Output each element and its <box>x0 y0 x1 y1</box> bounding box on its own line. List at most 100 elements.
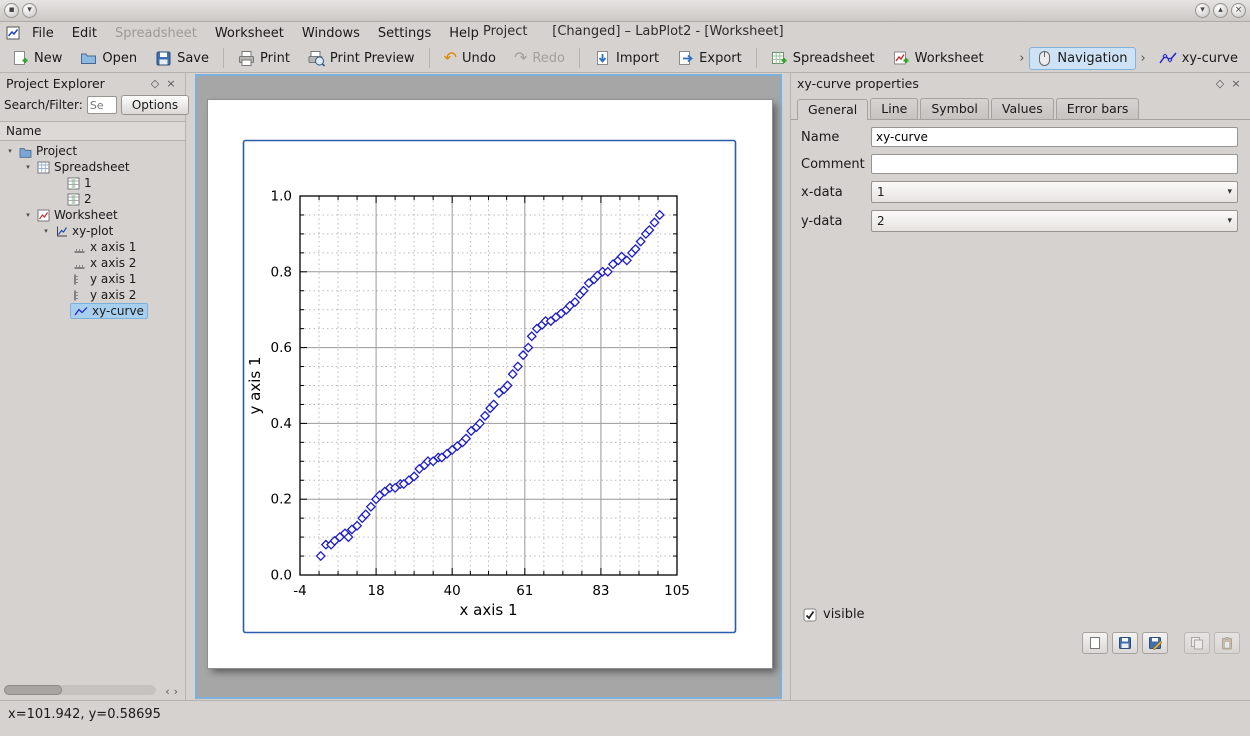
tree-row-column-1[interactable]: 1 <box>0 175 185 191</box>
chevron-down-icon[interactable]: ▾ <box>22 211 34 219</box>
tree-row-x-axis-2[interactable]: x axis 2 <box>0 255 185 271</box>
undo-button[interactable]: ↶ Undo <box>436 48 504 69</box>
toolbar-overflow-icon[interactable]: › <box>1138 51 1149 66</box>
copy-settings-button[interactable] <box>1184 632 1210 654</box>
menu-edit[interactable]: Edit <box>64 24 105 43</box>
chevron-down-icon[interactable]: ▾ <box>40 227 52 235</box>
svg-text:105: 105 <box>664 583 690 599</box>
toolbar-overflow-icon[interactable]: › <box>1016 51 1027 66</box>
chevron-down-icon: ▾ <box>1227 187 1232 197</box>
maximize-button[interactable]: ▴ <box>1213 3 1228 18</box>
properties-panel: xy-curve properties ◇ × General Line Sym… <box>790 73 1250 700</box>
tab-general[interactable]: General <box>797 99 868 120</box>
export-icon <box>677 50 694 67</box>
tree-row-y-axis-2[interactable]: y axis 2 <box>0 287 185 303</box>
open-button[interactable]: Open <box>72 47 145 70</box>
save-icon <box>1118 636 1132 650</box>
window-shade-button[interactable]: ▾ <box>22 3 37 18</box>
menu-worksheet[interactable]: Worksheet <box>207 24 292 43</box>
float-panel-icon[interactable]: ◇ <box>1212 77 1228 90</box>
y-data-row: y-data 2 ▾ <box>801 210 1238 232</box>
options-button[interactable]: Options <box>121 95 189 115</box>
print-preview-button[interactable]: Print Preview <box>300 47 423 70</box>
import-button[interactable]: Import <box>586 47 667 70</box>
column-icon <box>67 193 80 206</box>
app-icon <box>6 26 20 40</box>
spreadsheet-icon <box>37 161 50 174</box>
tree-item-label: xy-curve <box>92 304 144 318</box>
menu-settings[interactable]: Settings <box>370 24 439 43</box>
svg-text:0.6: 0.6 <box>271 340 292 356</box>
tree-row-y-axis-1[interactable]: y axis 1 <box>0 271 185 287</box>
menu-file[interactable]: File <box>24 24 62 43</box>
comment-row: Comment <box>801 154 1238 174</box>
worksheet-page[interactable]: -4184061831050.00.20.40.60.81.0x axis 1y… <box>208 100 772 668</box>
close-panel-icon[interactable]: × <box>1228 77 1244 90</box>
tree-row-column-2[interactable]: 2 <box>0 191 185 207</box>
tree-row-xy-curve[interactable]: xy-curve <box>0 303 185 319</box>
tab-values[interactable]: Values <box>991 98 1054 119</box>
load-template-button[interactable] <box>1082 632 1108 654</box>
save-button[interactable]: Save <box>147 47 217 70</box>
tree-row-project[interactable]: ▾ Project <box>0 143 185 159</box>
add-spreadsheet-button[interactable]: Spreadsheet <box>763 47 883 70</box>
tree-item-label: y axis 2 <box>90 288 136 302</box>
save-icon <box>155 50 172 67</box>
tab-symbol[interactable]: Symbol <box>920 98 989 119</box>
tree-item-label: x axis 2 <box>90 256 136 270</box>
window-menu-button[interactable]: ▪ <box>4 3 19 18</box>
toolbar-separator <box>429 48 430 68</box>
xy-plot-chart[interactable]: -4184061831050.00.20.40.60.81.0x axis 1y… <box>208 100 772 668</box>
add-worksheet-button[interactable]: Worksheet <box>885 47 992 70</box>
labplot-window: Project [Changed] – LabPlot2 - [Workshee… <box>0 0 1250 736</box>
comment-input[interactable] <box>871 154 1238 174</box>
scrollbar-thumb[interactable] <box>4 685 62 695</box>
chevron-down-icon[interactable]: ▾ <box>4 147 16 155</box>
worksheet-view[interactable]: -4184061831050.00.20.40.60.81.0x axis 1y… <box>195 74 782 699</box>
svg-text:61: 61 <box>516 583 533 599</box>
export-button[interactable]: Export <box>669 47 750 70</box>
save-default-button[interactable] <box>1142 632 1168 654</box>
title-bar[interactable]: Project [Changed] – LabPlot2 - [Workshee… <box>0 0 1250 22</box>
tree-item-label: Spreadsheet <box>54 160 130 174</box>
search-input[interactable] <box>87 96 117 114</box>
menu-help[interactable]: Help <box>441 24 487 43</box>
properties-title: xy-curve properties <box>797 76 919 91</box>
visible-label: visible <box>823 607 865 622</box>
scrollbar-arrows-icon[interactable]: ‹› <box>165 685 182 698</box>
horizontal-scrollbar[interactable] <box>4 685 156 695</box>
print-preview-icon <box>308 50 325 67</box>
tab-error-bars[interactable]: Error bars <box>1056 98 1140 119</box>
xy-curve-toolbar-button[interactable]: xy-curve <box>1151 48 1246 69</box>
x-data-select[interactable]: 1 ▾ <box>871 181 1238 203</box>
name-input[interactable] <box>871 127 1238 147</box>
menu-windows[interactable]: Windows <box>294 24 368 43</box>
y-data-select[interactable]: 2 ▾ <box>871 210 1238 232</box>
close-button[interactable]: × <box>1231 3 1246 18</box>
chevron-down-icon: ▾ <box>1227 216 1232 226</box>
svg-text:1.0: 1.0 <box>271 189 292 205</box>
undo-icon: ↶ <box>444 51 457 65</box>
axis-icon <box>73 257 86 270</box>
chevron-down-icon[interactable]: ▾ <box>22 163 34 171</box>
tree-row-xy-plot[interactable]: ▾ xy-plot <box>0 223 185 239</box>
close-panel-icon[interactable]: × <box>163 77 179 90</box>
print-button[interactable]: Print <box>230 47 298 70</box>
y-data-value: 2 <box>877 214 885 228</box>
tree-row-worksheet[interactable]: ▾ Worksheet <box>0 207 185 223</box>
minimize-button[interactable]: ▾ <box>1195 3 1210 18</box>
visible-checkbox[interactable] <box>803 608 817 622</box>
paste-settings-button[interactable] <box>1214 632 1240 654</box>
navigation-toggle-button[interactable]: Navigation <box>1029 47 1135 70</box>
tab-line[interactable]: Line <box>870 98 918 119</box>
cursor-position-text: x=101.942, y=0.58695 <box>8 707 161 722</box>
float-panel-icon[interactable]: ◇ <box>147 77 163 90</box>
menu-spreadsheet: Spreadsheet <box>107 24 205 43</box>
tree-row-spreadsheet[interactable]: ▾ Spreadsheet <box>0 159 185 175</box>
save-template-button[interactable] <box>1112 632 1138 654</box>
new-button[interactable]: New <box>4 47 70 70</box>
folder-icon <box>19 145 32 158</box>
tree-row-x-axis-1[interactable]: x axis 1 <box>0 239 185 255</box>
template-buttons <box>1082 632 1240 654</box>
printer-icon <box>238 50 255 67</box>
